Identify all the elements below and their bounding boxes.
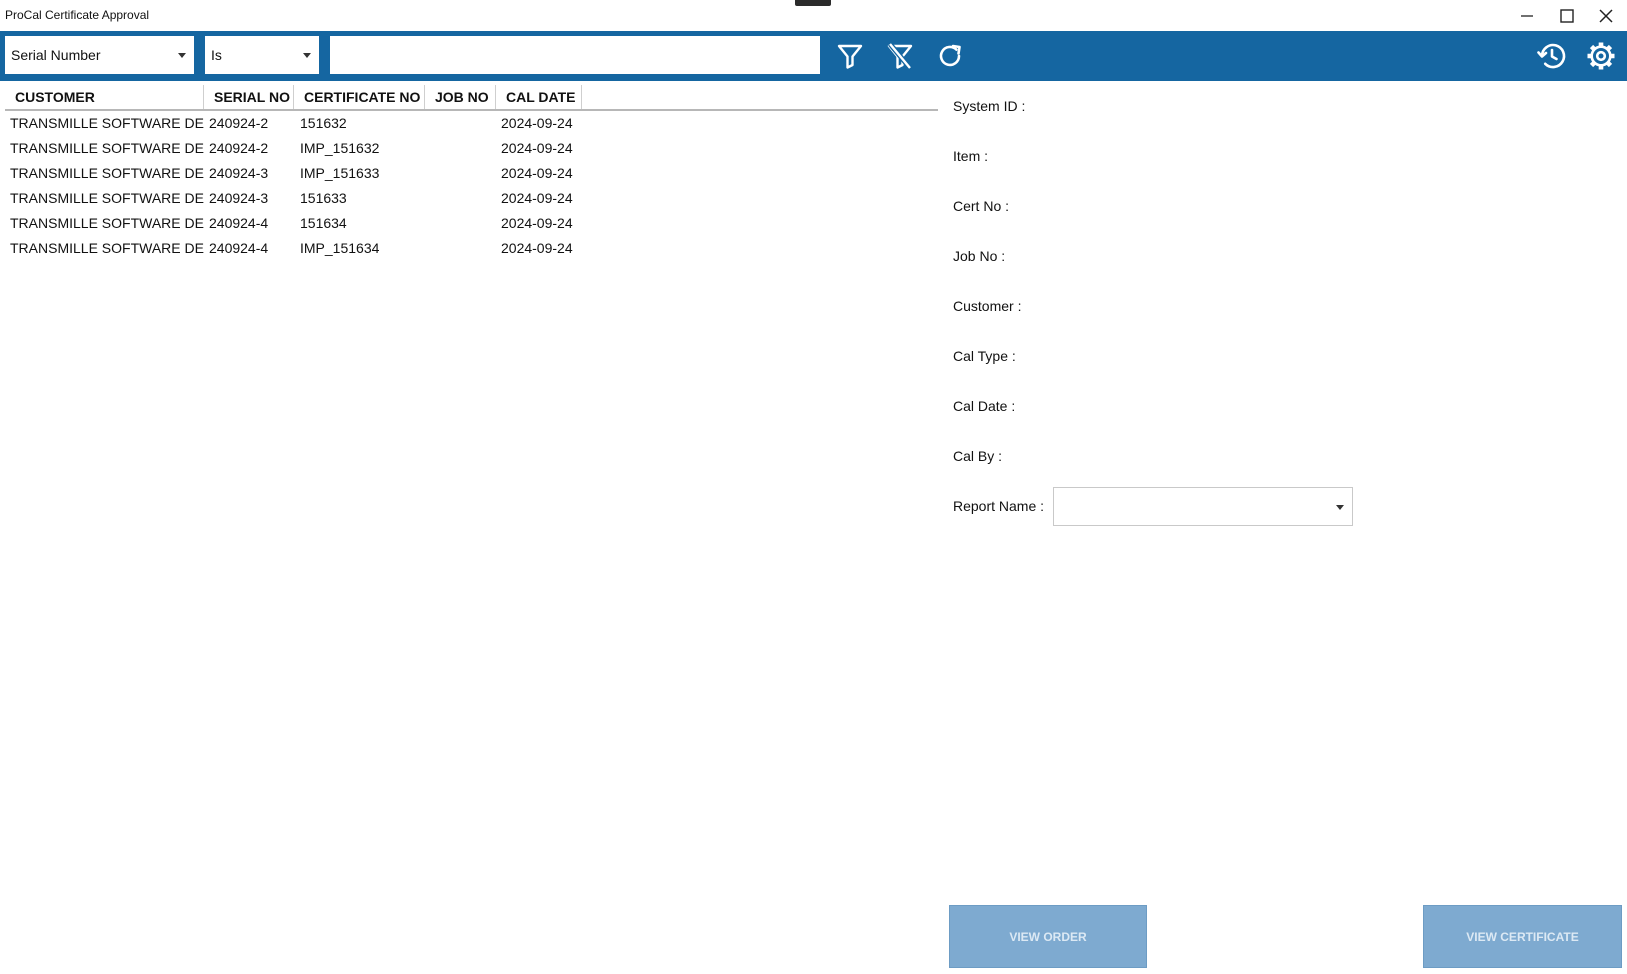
cell-customer: TRANSMILLE SOFTWARE DEV: [10, 115, 204, 131]
apply-filter-button[interactable]: [832, 38, 868, 74]
cell-job-no: [430, 111, 496, 136]
drag-handle[interactable]: [795, 0, 831, 6]
refresh-button[interactable]: [932, 38, 968, 74]
close-button[interactable]: [1590, 3, 1622, 29]
cell-cal-date: 2024-09-24: [501, 140, 573, 156]
cell-serial-no: 240924-3: [209, 190, 269, 206]
maximize-icon: [1560, 9, 1574, 23]
table-row[interactable]: TRANSMILLE SOFTWARE DEV 240924-3 IMP_151…: [5, 161, 938, 186]
title-bar: ProCal Certificate Approval: [0, 0, 1627, 31]
field-select-value: Serial Number: [11, 47, 101, 63]
cell-cal-date: 2024-09-24: [501, 215, 573, 231]
filter-toolbar: Serial Number Is: [0, 31, 1627, 81]
cell-certificate-no: IMP_151634: [300, 240, 380, 256]
cert-no-label: Cert No :: [953, 198, 1010, 214]
maximize-button[interactable]: [1551, 3, 1583, 29]
clear-filter-icon: [887, 42, 913, 70]
clear-filter-button[interactable]: [882, 38, 918, 74]
column-header-job-no[interactable]: JOB NO: [425, 85, 496, 109]
window-title: ProCal Certificate Approval: [5, 8, 150, 22]
cell-job-no: [430, 186, 496, 211]
cell-certificate-no: 151633: [300, 190, 347, 206]
cell-serial-no: 240924-3: [209, 165, 269, 181]
cell-customer: TRANSMILLE SOFTWARE DEV: [10, 240, 204, 256]
cal-type-label: Cal Type :: [953, 348, 1016, 364]
table-row[interactable]: TRANSMILLE SOFTWARE DEV 240924-4 151634 …: [5, 211, 938, 236]
cell-job-no: [430, 211, 496, 236]
column-header-certificate-no[interactable]: CERTIFICATE NO: [294, 85, 425, 109]
minimize-icon: [1521, 15, 1533, 17]
chevron-down-icon: [178, 53, 186, 58]
close-icon: [1599, 9, 1613, 23]
cell-job-no: [430, 136, 496, 161]
cell-customer: TRANSMILLE SOFTWARE DEV: [10, 215, 204, 231]
cell-certificate-no: IMP_151632: [300, 140, 380, 156]
cell-job-no: [430, 161, 496, 186]
cell-cal-date: 2024-09-24: [501, 190, 573, 206]
certificate-grid: CUSTOMER SERIAL NO CERTIFICATE NO JOB NO…: [5, 85, 938, 261]
cell-serial-no: 240924-4: [209, 240, 269, 256]
cell-customer: TRANSMILLE SOFTWARE DEV: [10, 190, 204, 206]
column-header-serial-no[interactable]: SERIAL NO: [204, 85, 294, 109]
customer-label: Customer :: [953, 298, 1022, 314]
cell-cal-date: 2024-09-24: [501, 115, 573, 131]
cell-serial-no: 240924-4: [209, 215, 269, 231]
chevron-down-icon: [1336, 505, 1344, 510]
grid-header: CUSTOMER SERIAL NO CERTIFICATE NO JOB NO…: [5, 85, 938, 111]
item-label: Item :: [953, 148, 989, 164]
report-name-label: Report Name :: [953, 498, 1045, 514]
minimize-button[interactable]: [1511, 3, 1543, 29]
cell-customer: TRANSMILLE SOFTWARE DEV: [10, 140, 204, 156]
history-button[interactable]: [1534, 38, 1570, 74]
column-header-customer[interactable]: CUSTOMER: [5, 85, 204, 109]
search-input[interactable]: [330, 36, 820, 74]
cell-certificate-no: 151634: [300, 215, 347, 231]
table-row[interactable]: TRANSMILLE SOFTWARE DEV 240924-4 IMP_151…: [5, 236, 938, 261]
table-row[interactable]: TRANSMILLE SOFTWARE DEV 240924-3 151633 …: [5, 186, 938, 211]
view-certificate-button[interactable]: VIEW CERTIFICATE: [1423, 905, 1622, 968]
cell-job-no: [430, 236, 496, 261]
operator-select[interactable]: Is: [205, 36, 319, 74]
cell-certificate-no: 151632: [300, 115, 347, 131]
cell-customer: TRANSMILLE SOFTWARE DEV: [10, 165, 204, 181]
system-id-label: System ID :: [953, 98, 1026, 114]
cell-certificate-no: IMP_151633: [300, 165, 380, 181]
filter-icon: [837, 44, 863, 69]
view-order-button[interactable]: VIEW ORDER: [949, 905, 1147, 968]
table-row[interactable]: TRANSMILLE SOFTWARE DEV 240924-2 151632 …: [5, 111, 938, 136]
operator-select-value: Is: [211, 47, 222, 63]
field-select[interactable]: Serial Number: [5, 36, 194, 74]
column-header-cal-date[interactable]: CAL DATE: [496, 85, 582, 109]
cal-by-label: Cal By :: [953, 448, 1003, 464]
gear-icon: [1587, 42, 1615, 70]
grid-body: TRANSMILLE SOFTWARE DEV 240924-2 151632 …: [5, 111, 938, 261]
settings-button[interactable]: [1583, 38, 1619, 74]
refresh-icon: [939, 44, 961, 67]
cell-cal-date: 2024-09-24: [501, 240, 573, 256]
cell-serial-no: 240924-2: [209, 115, 269, 131]
cell-cal-date: 2024-09-24: [501, 165, 573, 181]
chevron-down-icon: [303, 53, 311, 58]
table-row[interactable]: TRANSMILLE SOFTWARE DEV 240924-2 IMP_151…: [5, 136, 938, 161]
cell-serial-no: 240924-2: [209, 140, 269, 156]
history-icon: [1537, 43, 1566, 69]
job-no-label: Job No :: [953, 248, 1006, 264]
cal-date-label: Cal Date :: [953, 398, 1016, 414]
report-name-select[interactable]: [1053, 487, 1353, 526]
